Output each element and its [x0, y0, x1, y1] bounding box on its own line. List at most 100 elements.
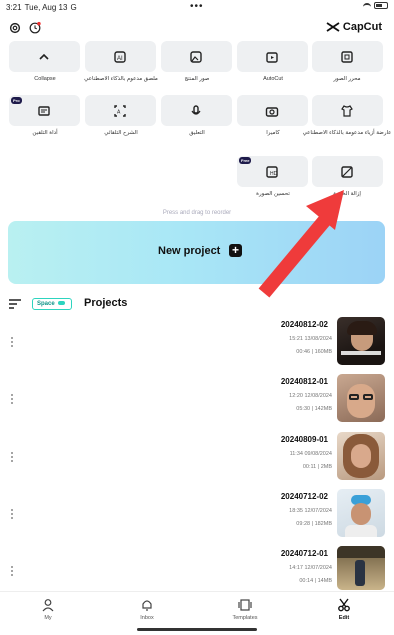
- nav-label: Edit: [338, 615, 350, 621]
- tool-photo-editor[interactable]: [312, 41, 383, 72]
- sort-icon[interactable]: [9, 299, 21, 309]
- project-name: 20240712-01: [280, 549, 328, 558]
- plus-icon: +: [229, 244, 242, 257]
- svg-text:HD: HD: [270, 171, 278, 177]
- space-button[interactable]: Space: [32, 298, 72, 310]
- project-meta: 09:28 | 182MB: [296, 521, 332, 527]
- remove-background-icon: [341, 166, 353, 178]
- nav-label: My: [44, 615, 52, 621]
- tool-remove-background[interactable]: [312, 156, 383, 187]
- chevron-up-icon: [39, 53, 49, 60]
- tool-product-images[interactable]: [161, 41, 232, 72]
- more-options-icon[interactable]: [11, 394, 15, 406]
- status-time: 3:21: [6, 3, 22, 12]
- ai-sticker-icon: AI: [114, 51, 126, 63]
- project-name: 20240712-02: [280, 492, 328, 501]
- project-duration: 00:11: [302, 464, 317, 470]
- project-date: 14:17 12/07/2024: [289, 565, 332, 571]
- project-row[interactable]: 20240712-02 18:35 12/07/2024 09:28 | 182…: [0, 489, 394, 539]
- project-date: 12:20 12/08/2024: [289, 393, 332, 399]
- space-label: Space: [37, 301, 55, 307]
- enhance-image-icon: HD: [266, 166, 278, 178]
- status-dots: •••: [190, 1, 204, 12]
- reorder-hint: Press and drag to reorder: [162, 210, 232, 216]
- more-options-icon[interactable]: [11, 566, 15, 578]
- project-thumbnail: [337, 546, 385, 590]
- nav-label: Templates: [232, 615, 258, 621]
- templates-icon: [238, 599, 252, 611]
- photo-editor-icon: [341, 51, 353, 63]
- nav-my[interactable]: My: [18, 598, 78, 621]
- new-project-button[interactable]: New project +: [8, 221, 385, 284]
- nav-inbox[interactable]: Inbox: [117, 598, 177, 621]
- project-date: 11:34 09/08/2024: [289, 451, 332, 457]
- teleprompter-icon: [38, 106, 50, 116]
- nav-label: Inbox: [140, 615, 154, 621]
- project-thumbnail: [337, 374, 385, 422]
- home-indicator: [137, 628, 257, 631]
- autocut-icon: [266, 52, 278, 63]
- tool-voiceover[interactable]: [161, 95, 232, 126]
- project-name: 20240809-01: [280, 435, 328, 444]
- svg-text:A: A: [117, 110, 121, 116]
- project-size: 2MB: [320, 464, 332, 470]
- nav-edit[interactable]: Edit: [314, 598, 374, 621]
- free-badge: Free: [239, 157, 252, 164]
- project-row[interactable]: 20240809-01 11:34 09/08/2024 00:11 | 2MB: [0, 432, 394, 482]
- project-duration: 05:30: [296, 406, 311, 412]
- battery-icon: [374, 2, 388, 9]
- camera-icon: [265, 107, 279, 117]
- tool-ai-sticker[interactable]: AI: [85, 41, 156, 72]
- tool-label: محرر الصور: [333, 76, 361, 82]
- cloud-icon: [58, 301, 66, 306]
- project-row[interactable]: 20240812-01 12:20 12/08/2024 05:30 | 142…: [0, 374, 394, 424]
- logo-text: CapCut: [342, 21, 382, 33]
- project-meta: 05:30 | 142MB: [296, 406, 332, 412]
- pro-badge: Pro: [11, 97, 22, 104]
- person-icon: [42, 599, 54, 612]
- project-thumbnail: [337, 432, 385, 480]
- tool-collapse[interactable]: [9, 41, 80, 72]
- project-meta: 00:14 | 14MB: [299, 578, 332, 584]
- project-meta: 00:46 | 160MB: [296, 349, 332, 355]
- projects-header: Space Projects: [0, 297, 394, 313]
- project-size: 142MB: [314, 406, 332, 412]
- project-meta: 00:11 | 2MB: [302, 464, 332, 470]
- project-thumbnail: [337, 317, 385, 365]
- project-thumbnail: [337, 489, 385, 537]
- voiceover-icon: [191, 105, 201, 115]
- project-size: 182MB: [314, 521, 332, 527]
- tool-autocut[interactable]: [237, 41, 308, 72]
- more-options-icon[interactable]: [11, 337, 15, 349]
- project-row[interactable]: 20240812-02 15:21 13/08/2024 00:46 | 160…: [0, 317, 394, 367]
- tool-ai-model[interactable]: [312, 95, 383, 126]
- project-name: 20240812-02: [280, 320, 328, 329]
- bell-icon: [142, 600, 152, 611]
- project-duration: 09:28: [296, 521, 311, 527]
- project-row[interactable]: 20240712-01 14:17 12/07/2024 00:14 | 14M…: [0, 546, 394, 596]
- ai-product-image-icon: [190, 51, 202, 63]
- project-duration: 00:46: [296, 349, 311, 355]
- more-options-icon[interactable]: [11, 452, 15, 464]
- tool-label: إزالة الخلفية: [333, 191, 361, 197]
- auto-captions-icon: A: [114, 105, 126, 117]
- project-duration: 00:14: [299, 578, 314, 584]
- capcut-logo: CapCut: [326, 21, 382, 33]
- more-options-icon[interactable]: [11, 509, 15, 521]
- new-project-label: New project: [158, 245, 221, 257]
- nav-templates[interactable]: Templates: [215, 598, 275, 621]
- settings-icon[interactable]: [8, 21, 22, 35]
- projects-title: Projects: [84, 297, 128, 309]
- help-icon[interactable]: [28, 21, 42, 35]
- svg-text:AI: AI: [117, 56, 123, 62]
- tool-label: عارضة أزياء مدعومة بالذكاء الاصطناعي: [302, 130, 392, 136]
- status-date: Tue, Aug 13: [24, 3, 68, 12]
- scissors-icon: [338, 598, 350, 612]
- project-date: 15:21 13/08/2024: [289, 336, 332, 342]
- wifi-icon: [363, 2, 371, 9]
- tool-auto-captions[interactable]: A: [85, 95, 156, 126]
- project-size: 160MB: [314, 349, 332, 355]
- tool-camera[interactable]: [237, 95, 308, 126]
- project-date: 18:35 12/07/2024: [289, 508, 332, 514]
- status-bar: 3:21 Tue, Aug 13 G •••: [0, 0, 394, 14]
